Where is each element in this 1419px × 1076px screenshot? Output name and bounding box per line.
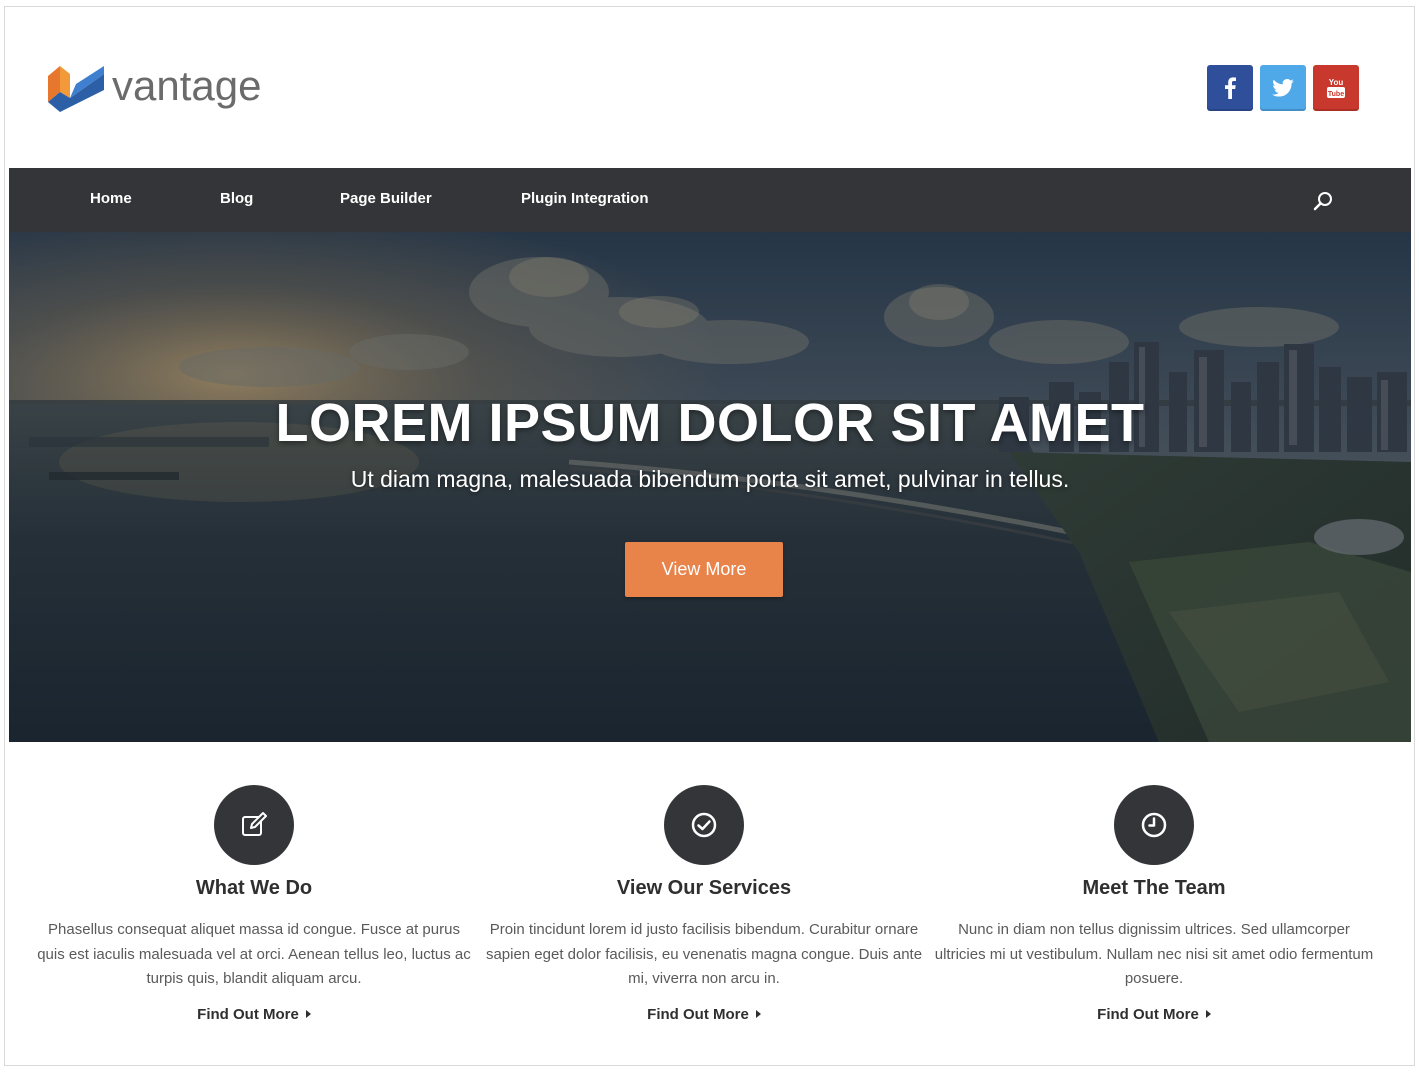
facebook-icon	[1225, 77, 1236, 99]
caret-right-icon	[1205, 1009, 1211, 1018]
feature-icon-circle[interactable]	[664, 785, 744, 865]
nav-item-plugin-integration[interactable]: Plugin Integration	[521, 190, 649, 207]
feature-icon-circle[interactable]	[214, 785, 294, 865]
clock-icon	[1141, 812, 1167, 838]
feature-meet-the-team: Meet The Team Nunc in diam non tellus di…	[929, 785, 1379, 1024]
hero-title: LOREM IPSUM DOLOR SIT AMET	[275, 393, 1145, 453]
find-out-more-label: Find Out More	[1097, 1005, 1199, 1023]
logo-text: vantage	[112, 62, 262, 109]
nav-item-page-builder[interactable]: Page Builder	[340, 190, 432, 207]
feature-title: View Our Services	[616, 877, 792, 899]
site-logo[interactable]: vantage	[46, 62, 261, 114]
find-out-more-link[interactable]: Find Out More	[197, 1006, 311, 1023]
svg-text:Tube: Tube	[1328, 91, 1344, 98]
nav-item-home[interactable]: Home	[90, 190, 132, 207]
twitter-icon	[1272, 79, 1294, 97]
logo-mark-icon	[48, 66, 104, 112]
twitter-button[interactable]	[1260, 65, 1306, 111]
nav-item-blog[interactable]: Blog	[220, 190, 253, 207]
feature-view-our-services: View Our Services Proin tincidunt lorem …	[479, 785, 929, 1024]
check-circle-icon	[691, 812, 717, 838]
facebook-button[interactable]	[1207, 65, 1253, 111]
feature-what-we-do: What We Do Phasellus consequat aliquet m…	[29, 785, 479, 1024]
caret-right-icon	[755, 1009, 761, 1018]
hero-banner: LOREM IPSUM DOLOR SIT AMET Ut diam magna…	[9, 232, 1411, 742]
hero-subtitle: Ut diam magna, malesuada bibendum porta …	[350, 466, 1070, 492]
edit-icon	[242, 812, 267, 836]
find-out-more-label: Find Out More	[197, 1005, 299, 1023]
feature-icon-circle[interactable]	[1114, 785, 1194, 865]
main-nav: Home Blog Page Builder Plugin Integratio…	[9, 168, 1411, 232]
feature-title: What We Do	[195, 877, 313, 899]
svg-text:You: You	[1329, 78, 1344, 87]
find-out-more-link[interactable]: Find Out More	[1097, 1006, 1211, 1023]
feature-title: Meet The Team	[1082, 877, 1226, 899]
social-links: You Tube	[1207, 65, 1359, 111]
caret-right-icon	[305, 1009, 311, 1018]
view-more-button[interactable]: View More	[625, 542, 783, 597]
search-icon[interactable]	[1311, 189, 1335, 213]
feature-text: Proin tincidunt lorem id justo facilisis…	[485, 921, 923, 987]
feature-text: Nunc in diam non tellus dignissim ultric…	[934, 921, 1374, 987]
youtube-icon: You Tube	[1327, 78, 1345, 98]
find-out-more-label: Find Out More	[647, 1005, 749, 1023]
youtube-button[interactable]: You Tube	[1313, 65, 1359, 111]
feature-text: Phasellus consequat aliquet massa id con…	[37, 921, 471, 987]
find-out-more-link[interactable]: Find Out More	[647, 1006, 761, 1023]
